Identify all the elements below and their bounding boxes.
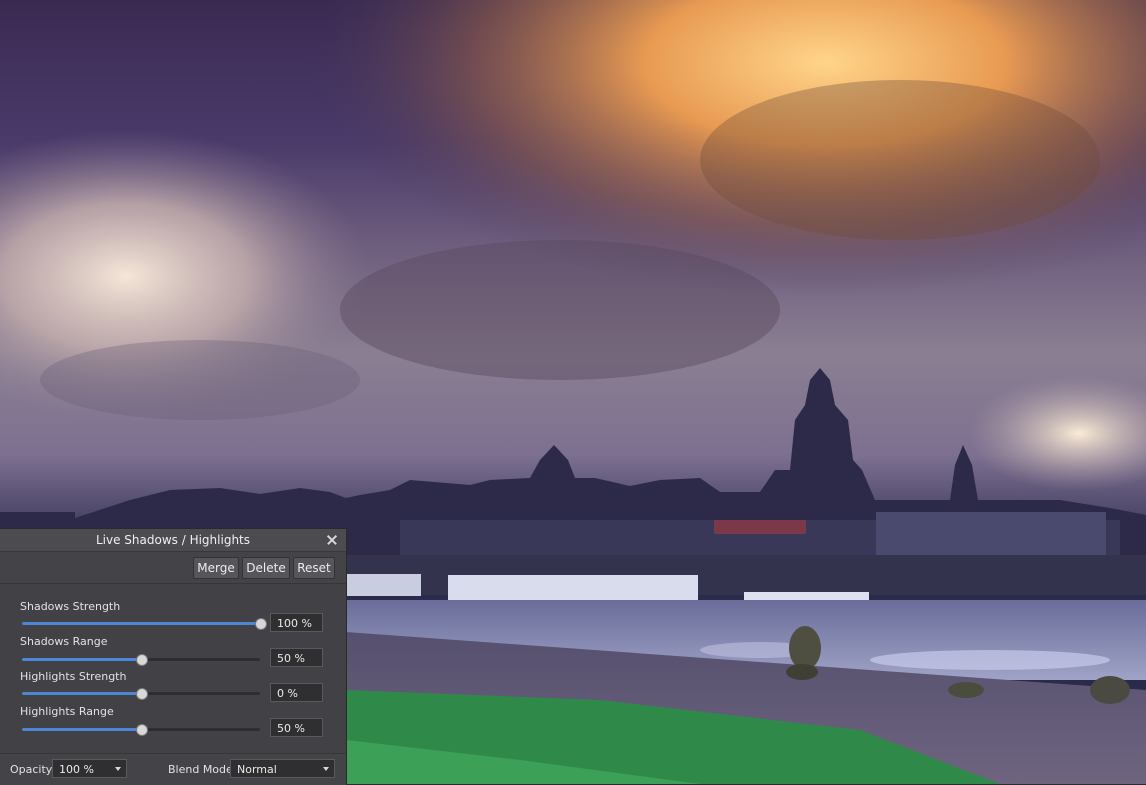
delete-button[interactable]: Delete — [242, 557, 290, 579]
slider-fill — [22, 658, 141, 661]
shadows-strength-input[interactable]: 100 % — [270, 613, 323, 632]
blend-mode-label: Blend Mode: — [168, 763, 237, 776]
shadows-range-input[interactable]: 50 % — [270, 648, 323, 667]
slider-thumb[interactable] — [255, 618, 267, 630]
dropdown-arrow-icon — [323, 767, 329, 771]
slider-thumb[interactable] — [136, 688, 148, 700]
shadows-strength-slider[interactable] — [22, 618, 267, 630]
highlights-strength-input[interactable]: 0 % — [270, 683, 323, 702]
shadows-strength-label: Shadows Strength — [20, 600, 121, 613]
panel-toolbar: Merge Delete Reset — [0, 552, 346, 584]
opacity-label: Opacity: — [10, 763, 56, 776]
opacity-dropdown[interactable]: 100 % — [52, 759, 127, 778]
shadows-range-slider[interactable] — [22, 654, 260, 666]
opacity-value: 100 % — [59, 763, 94, 776]
panel-title: Live Shadows / Highlights — [95, 533, 251, 547]
blend-mode-dropdown[interactable]: Normal — [230, 759, 335, 778]
slider-thumb[interactable] — [136, 724, 148, 736]
blend-mode-value: Normal — [237, 763, 277, 776]
shadows-range-label: Shadows Range — [20, 635, 108, 648]
slider-fill — [22, 692, 141, 695]
slider-fill — [22, 728, 141, 731]
highlights-strength-slider[interactable] — [22, 688, 260, 700]
close-icon[interactable] — [324, 532, 340, 548]
highlights-range-slider[interactable] — [22, 724, 260, 736]
merge-button[interactable]: Merge — [193, 557, 239, 579]
panel-titlebar[interactable]: Live Shadows / Highlights — [0, 529, 346, 552]
highlights-strength-label: Highlights Strength — [20, 670, 127, 683]
highlights-range-label: Highlights Range — [20, 705, 114, 718]
slider-thumb[interactable] — [136, 654, 148, 666]
highlights-range-input[interactable]: 50 % — [270, 718, 323, 737]
dropdown-arrow-icon — [115, 767, 121, 771]
shadows-highlights-panel: Live Shadows / Highlights Merge Delete R… — [0, 529, 346, 785]
slider-fill — [22, 622, 260, 625]
reset-button[interactable]: Reset — [293, 557, 335, 579]
panel-footer: Opacity: 100 % Blend Mode: Normal — [0, 753, 346, 785]
